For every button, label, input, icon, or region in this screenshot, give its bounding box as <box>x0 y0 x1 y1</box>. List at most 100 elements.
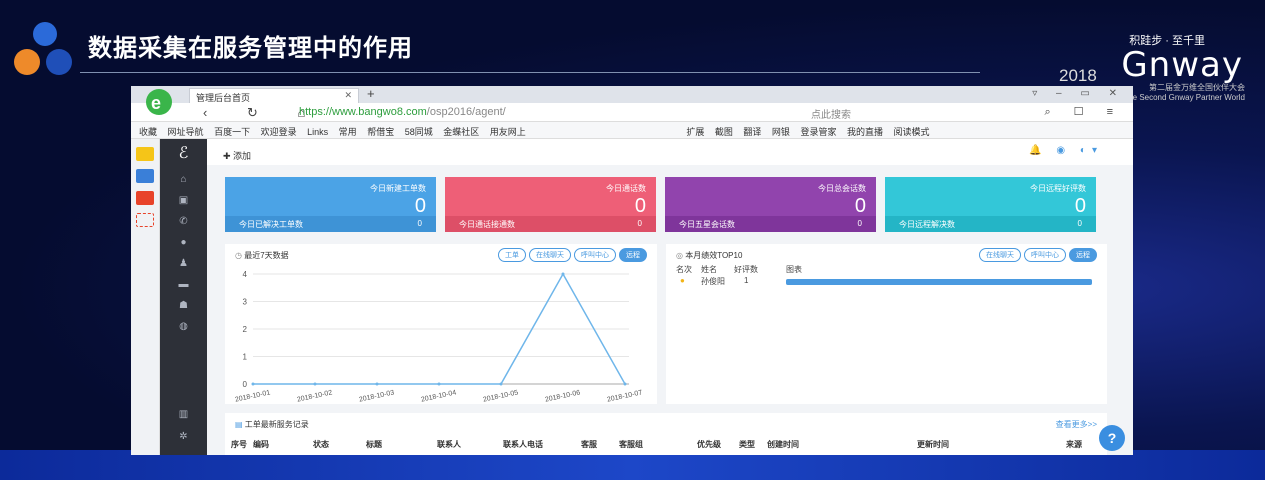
contacts-icon[interactable]: ☗ <box>160 295 207 316</box>
new-tab-button[interactable]: + <box>367 86 375 101</box>
col-header: 更新时间 <box>917 440 949 449</box>
panel-header: ▤ 工单最新服务记录 查看更多>> <box>225 413 1107 433</box>
col-header: 客服 <box>581 440 597 449</box>
bookmark-item[interactable]: 常用 <box>339 127 357 137</box>
pill-call-center[interactable]: 呼叫中心 <box>574 248 616 262</box>
bookmark-item[interactable]: 阅读模式 <box>894 127 930 137</box>
col-header: 编码 <box>253 440 269 449</box>
app-sidebar: ℰ ⌂ ▣ ✆ ● ♟ ▬ ☗ ◍ ▥ ✲ <box>160 139 207 455</box>
bookmark-item[interactable]: 帮借宝 <box>367 127 394 137</box>
chat-icon[interactable]: ● <box>160 232 207 253</box>
window-controls[interactable]: ▿ ‒ ▭ ✕ <box>1032 88 1125 99</box>
folder-icon[interactable]: ▬ <box>160 274 207 295</box>
card-remote[interactable]: 今日远程好评数 0 今日远程解决数 0 <box>885 177 1096 232</box>
news-icon[interactable] <box>136 169 154 183</box>
bookmark-item[interactable]: 用友网上 <box>490 127 526 137</box>
y-tick-label: 4 <box>243 270 248 279</box>
close-icon[interactable]: ✕ <box>344 90 352 101</box>
data-point[interactable] <box>375 382 379 386</box>
add-button[interactable]: ✚ 添加 <box>223 149 251 162</box>
mail-icon[interactable] <box>136 213 154 227</box>
data-point[interactable] <box>561 272 565 276</box>
phone-icon[interactable]: ✆ <box>160 211 207 232</box>
data-point[interactable] <box>623 382 627 386</box>
slide-title: 数据采集在服务管理中的作用 <box>88 35 413 62</box>
score-bar <box>786 279 1092 285</box>
ticket-icon[interactable]: ▣ <box>160 190 207 211</box>
bookmark-item[interactable]: 金蝶社区 <box>443 127 479 137</box>
pill-remote[interactable]: 远程 <box>619 248 647 262</box>
star-icon[interactable] <box>136 147 154 161</box>
pill-online-chat[interactable]: 在线聊天 <box>979 248 1021 262</box>
panel-header: ◷ 最近7天数据 工单 在线聊天 呼叫中心 远程 <box>225 244 657 264</box>
card-sessions[interactable]: 今日总会话数 0 今日五星会话数 0 <box>665 177 876 232</box>
tab-bar: e 管理后台首页 ✕ + ▿ ‒ ▭ ✕ <box>131 86 1133 115</box>
card-calls[interactable]: 今日通话数 0 今日通话接通数 0 <box>445 177 656 232</box>
search-input[interactable]: 点此搜索 <box>811 106 851 121</box>
gear-icon[interactable]: ✲ <box>160 426 207 447</box>
line-chart: 0 1 2 3 4 2018-10-01 2018-10-02 2018-10-03 2018-… <box>234 270 643 404</box>
user-icon[interactable]: ♟ <box>160 253 207 274</box>
bookmark-item[interactable]: 网址导航 <box>168 127 204 137</box>
bookmark-item[interactable]: 登录管家 <box>800 127 836 137</box>
app-logo-icon: ℰ <box>178 145 189 162</box>
card-foot-label: 今日已解决工单数 <box>239 220 303 229</box>
card-footer: 今日通话接通数 0 <box>445 216 656 232</box>
card-new-tickets[interactable]: 今日新建工单数 0 今日已解决工单数 0 <box>225 177 436 232</box>
row-count: 1 <box>744 276 749 285</box>
bookmarks-bar: 收藏 网址导航 百度一下 欢迎登录 Links 常用 帮借宝 58同城 金蝶社区… <box>131 122 1133 139</box>
view-more-link[interactable]: 查看更多>> <box>1056 419 1097 430</box>
weibo-icon[interactable] <box>136 191 154 205</box>
bookmark-item[interactable]: 我的直播 <box>847 127 883 137</box>
add-label: 添加 <box>233 151 252 161</box>
data-point[interactable] <box>437 382 441 386</box>
x-tick-label: 2018-10-02 <box>296 389 333 403</box>
bookmark-item[interactable]: Links <box>307 127 328 137</box>
app-area: ℰ ⌂ ▣ ✆ ● ♟ ▬ ☗ ◍ ▥ ✲ ✚ 添加 🔔 ◉ ◐▾ 今日新建工单… <box>131 139 1133 455</box>
bookmark-item[interactable]: 网银 <box>772 127 790 137</box>
browser-window: e 管理后台首页 ✕ + ▿ ‒ ▭ ✕ ‹ ↻ ⌂ https://www.b… <box>131 86 1133 455</box>
card-footer: 今日远程解决数 0 <box>885 216 1096 232</box>
pill-remote[interactable]: 远程 <box>1069 248 1097 262</box>
pill-online-chat[interactable]: 在线聊天 <box>529 248 571 262</box>
pill-call-center[interactable]: 呼叫中心 <box>1024 248 1066 262</box>
bookmark-item[interactable]: 百度一下 <box>214 127 250 137</box>
bookmark-item[interactable]: 截图 <box>715 127 733 137</box>
filter-pills: 在线聊天 呼叫中心 远程 <box>976 248 1097 262</box>
pill-tickets[interactable]: 工单 <box>498 248 526 262</box>
home-icon[interactable]: ⌂ <box>160 169 207 190</box>
bookmark-item[interactable]: 58同城 <box>405 127 433 137</box>
data-point[interactable] <box>251 382 255 386</box>
globe-icon[interactable]: ◍ <box>160 316 207 337</box>
bookmark-item[interactable]: 扩展 <box>686 127 704 137</box>
records-header: 序号 编码 状态 标题 联系人 联系人电话 客服 客服组 优先级 类型 创建时间… <box>231 439 1107 453</box>
help-button[interactable]: ? <box>1099 425 1125 451</box>
x-tick-label: 2018-10-03 <box>358 389 395 403</box>
col-header: 联系人电话 <box>503 440 543 449</box>
card-foot-value: 0 <box>1077 219 1082 228</box>
report-icon[interactable]: ▥ <box>160 404 207 425</box>
clock-icon: ◷ <box>235 251 245 260</box>
stats-panel: ◷ 最近7天数据 工单 在线聊天 呼叫中心 远程 0 1 2 3 4 2018-10-01 201… <box>225 244 657 404</box>
records-panel: ▤ 工单最新服务记录 查看更多>> 序号 编码 状态 标题 联系人 联系人电话 … <box>225 413 1107 455</box>
url-field[interactable]: https://www.bangwo8.com/osp2016/agent/ <box>299 106 506 118</box>
score-bar-track <box>786 279 1092 285</box>
tab-admin-home[interactable]: 管理后台首页 ✕ <box>189 88 359 103</box>
bookmark-item[interactable]: 翻译 <box>743 127 761 137</box>
menu-icon[interactable]: ⌕ ☐ ≡ <box>1044 105 1123 119</box>
bookmark-item[interactable]: 欢迎登录 <box>261 127 297 137</box>
col-header: 序号 <box>231 440 247 449</box>
data-point[interactable] <box>499 382 503 386</box>
bookmark-item[interactable]: 收藏 <box>139 127 157 137</box>
data-point[interactable] <box>313 382 317 386</box>
card-label: 今日远程好评数 <box>1030 184 1086 193</box>
card-label: 今日总会话数 <box>818 184 866 193</box>
x-tick-label: 2018-10-06 <box>544 389 581 403</box>
top10-header: 名次 姓名 好评数 图表 <box>676 264 1107 276</box>
list-icon: ▤ <box>235 420 245 429</box>
topbar-icons[interactable]: 🔔 ◉ ◐▾ <box>1029 145 1103 156</box>
col-header: 类型 <box>739 440 755 449</box>
col-header: 联系人 <box>437 440 461 449</box>
col-header: 状态 <box>313 440 329 449</box>
card-foot-value: 0 <box>417 219 422 228</box>
